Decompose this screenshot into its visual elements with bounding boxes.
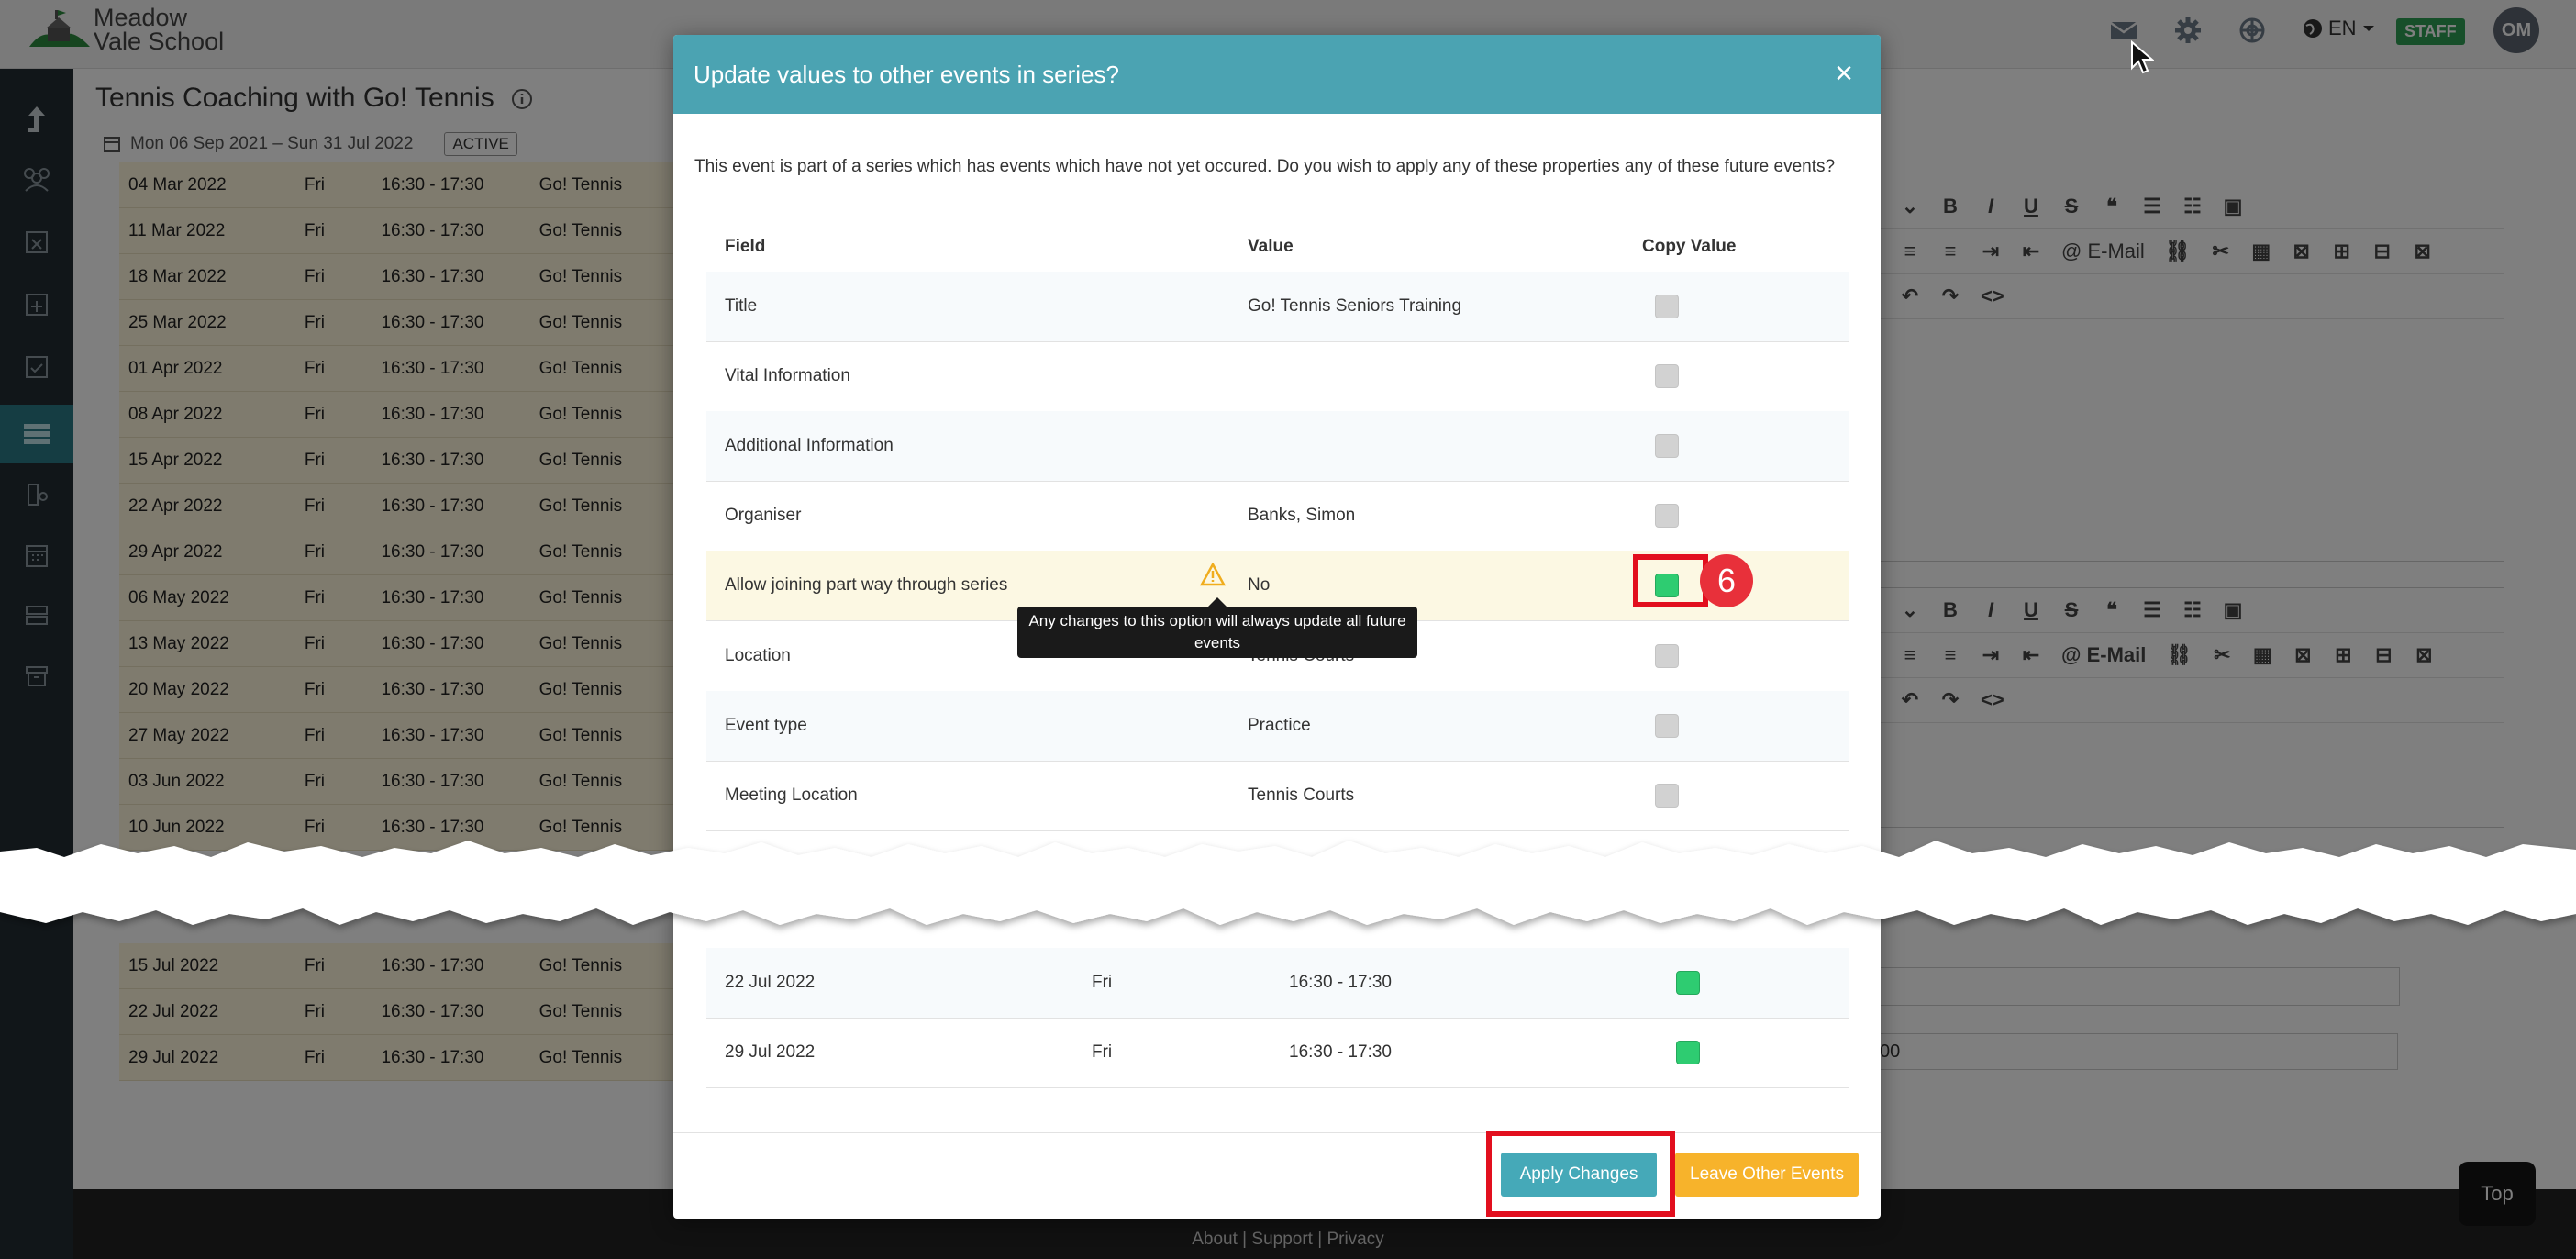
modal-title: Update values to other events in series? — [694, 60, 1119, 88]
field-name: Organiser — [725, 506, 802, 525]
event-day: Fri — [1092, 973, 1113, 992]
field-value: Banks, Simon — [1248, 506, 1356, 525]
copy-value-checkbox[interactable] — [1655, 364, 1679, 388]
modal-header: Update values to other events in series?… — [673, 35, 1881, 114]
copy-value-checkbox[interactable] — [1655, 295, 1679, 318]
step-marker: 6 — [1700, 554, 1753, 607]
field-name-cell: Allow joining part way through series — [706, 563, 1248, 596]
field-name: Meeting Location — [725, 785, 858, 805]
field-name-cell: Vital Information — [706, 366, 1248, 386]
field-name: Location — [725, 646, 791, 665]
warning-icon[interactable] — [1200, 563, 1226, 586]
column-field: Field — [725, 237, 766, 256]
event-checkbox[interactable] — [1676, 1041, 1700, 1064]
warning-tooltip: Any changes to this option will always u… — [1017, 597, 1417, 658]
event-checkbox-cell — [1663, 1041, 1700, 1064]
field-name-cell: Additional Information — [706, 436, 1248, 456]
field-value: Tennis Courts — [1248, 785, 1355, 805]
event-checkbox[interactable] — [1676, 971, 1700, 995]
event-row: 29 Jul 2022 Fri 16:30 - 17:30 — [706, 1018, 1849, 1088]
copy-value-checkbox[interactable] — [1655, 644, 1679, 668]
field-value: Practice — [1248, 716, 1311, 735]
field-row: Meeting Location Tennis Courts — [706, 761, 1849, 831]
leave-other-events-button[interactable]: Leave Other Events — [1675, 1153, 1859, 1197]
event-day: Fri — [1092, 1042, 1113, 1062]
event-checkbox-cell — [1663, 971, 1700, 995]
field-row: Event type Practice — [706, 691, 1849, 762]
field-name-cell: Title — [706, 296, 1248, 317]
field-name-cell: Event type — [706, 716, 1248, 736]
copy-value-checkbox[interactable] — [1655, 504, 1679, 528]
field-name: Additional Information — [725, 436, 894, 455]
field-name: Event type — [725, 716, 807, 735]
modal-table-header: Field Value Copy Value — [706, 222, 1849, 273]
field-row: Organiser Banks, Simon — [706, 481, 1849, 552]
modal-intro-text: This event is part of a series which has… — [694, 157, 1836, 176]
field-name: Title — [725, 296, 758, 316]
copy-value-cell — [1642, 644, 1849, 668]
copy-value-checkbox[interactable] — [1655, 714, 1679, 738]
copy-value-cell — [1642, 364, 1849, 388]
field-value: Go! Tennis Seniors Training — [1248, 296, 1462, 316]
field-name-cell: Organiser — [706, 506, 1248, 526]
copy-value-cell — [1642, 295, 1849, 318]
field-name: Allow joining part way through series — [725, 575, 1008, 595]
close-icon[interactable]: × — [1835, 55, 1853, 92]
column-copy-value: Copy Value — [1642, 237, 1737, 256]
copy-value-checkbox[interactable] — [1655, 434, 1679, 458]
event-time: 16:30 - 17:30 — [1289, 973, 1392, 992]
modal-footer-divider — [673, 1132, 1881, 1133]
field-name-cell: Meeting Location — [706, 785, 1248, 806]
copy-value-checkbox[interactable] — [1655, 784, 1679, 808]
event-date: 29 Jul 2022 — [725, 1042, 816, 1062]
field-row: Vital Information — [706, 341, 1849, 412]
event-row: 22 Jul 2022 Fri 16:30 - 17:30 — [706, 948, 1849, 1019]
field-row: Additional Information — [706, 411, 1849, 482]
field-name: Vital Information — [725, 366, 850, 385]
highlight-box-checkbox — [1633, 554, 1708, 607]
copy-value-cell — [1642, 434, 1849, 458]
field-row: Title Go! Tennis Seniors Training — [706, 272, 1849, 342]
torn-edge-graphic — [0, 841, 2576, 925]
event-time: 16:30 - 17:30 — [1289, 1042, 1392, 1062]
copy-value-cell — [1642, 714, 1849, 738]
copy-value-cell — [1642, 784, 1849, 808]
column-value: Value — [1248, 237, 1294, 256]
copy-value-cell — [1642, 504, 1849, 528]
field-value: No — [1248, 575, 1271, 595]
highlight-box-apply — [1486, 1131, 1675, 1217]
event-date: 22 Jul 2022 — [725, 973, 816, 992]
mouse-cursor-icon — [2131, 40, 2154, 74]
